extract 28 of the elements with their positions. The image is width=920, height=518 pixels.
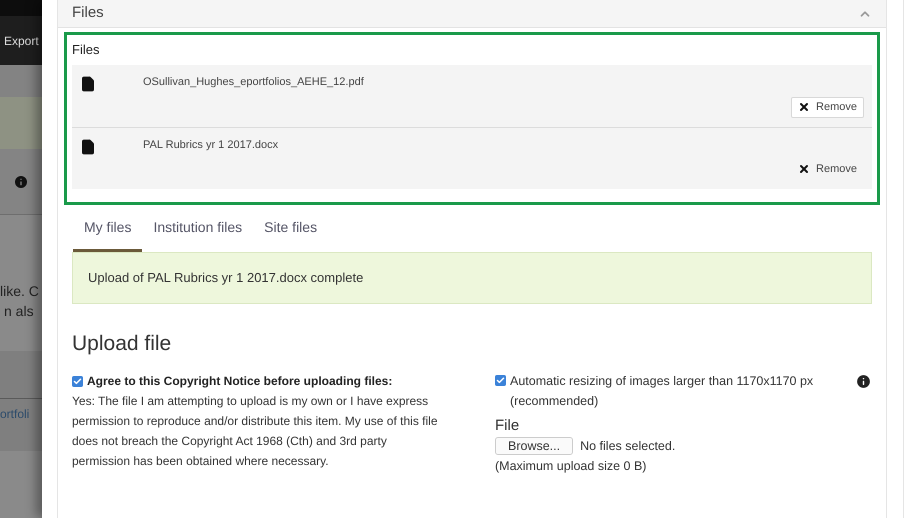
file-icon: [80, 138, 96, 154]
top-bar: [0, 0, 42, 16]
body-text: n als: [3, 302, 35, 321]
remove-button[interactable]: Remove: [791, 158, 864, 180]
browse-button[interactable]: Browse...: [495, 437, 574, 455]
checkbox[interactable]: [495, 375, 506, 386]
close-icon: [798, 163, 810, 175]
field-label: File: [495, 416, 520, 436]
checkbox[interactable]: [72, 376, 83, 386]
tab[interactable]: Institution files: [142, 216, 254, 252]
section-heading: Upload file: [72, 330, 172, 356]
file-name[interactable]: PAL Rubrics yr 1 2017.docx: [143, 136, 792, 153]
checkbox-label[interactable]: Automatic resizing of images larger than 1170x1170 px (recommended): [510, 371, 855, 411]
success-alert: Upload of PAL Rubrics yr 1 2017.docx complete: [72, 252, 872, 304]
upload-limit: (Maximum upload size 0 B): [495, 458, 648, 475]
panel-header[interactable]: Files: [58, 0, 886, 28]
file-status: No files selected.: [580, 438, 676, 455]
tab[interactable]: Site files: [253, 216, 328, 252]
close-icon: [798, 101, 810, 113]
file-icon: [80, 76, 96, 92]
body-text: like. C: [0, 282, 40, 301]
remove-button[interactable]: Remove: [791, 96, 864, 118]
files-title: Files: [72, 41, 100, 59]
checkbox-label[interactable]: Agree to this Copyright Notice before uploading files:: [87, 371, 392, 391]
page-strip: [0, 65, 42, 97]
nav-button[interactable]: Export: [0, 32, 39, 50]
notice-text: Yes: The file I am attempting to upload is my own or I have express permission to reproduce and/or distribute this item. My use of this file does not breach the Copyright Act 1968 (Cth) and 3rd party permission has been obtained where necessary.: [72, 393, 438, 470]
file-name[interactable]: OSullivan_Hughes_eportfolios_AEHE_12.pdf: [143, 74, 792, 90]
